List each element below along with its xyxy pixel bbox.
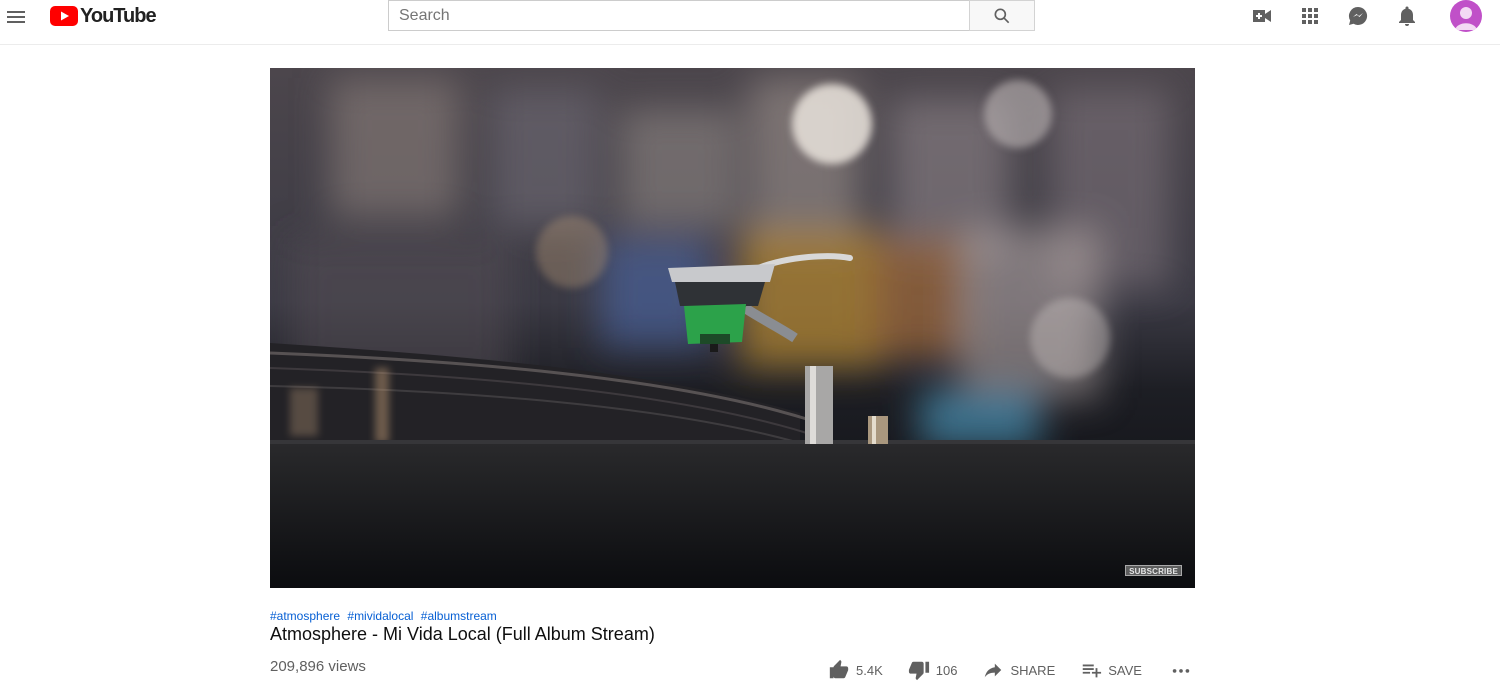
dislike-button[interactable]: 106 (908, 659, 958, 681)
share-icon (985, 663, 1002, 678)
playlist-add-icon (1083, 664, 1102, 678)
notifications-icon[interactable] (1395, 4, 1419, 28)
video-frame (270, 68, 1195, 588)
avatar[interactable] (1450, 0, 1482, 32)
share-label: SHARE (1010, 662, 1056, 678)
share-button[interactable]: SHARE (982, 659, 1055, 681)
hashtags: #atmosphere #mividalocal #albumstream (270, 609, 501, 623)
youtube-logo-icon (50, 6, 78, 26)
logo-text: YouTube (80, 4, 157, 27)
video-title: Atmosphere - Mi Vida Local (Full Album S… (270, 624, 655, 644)
search-input[interactable] (388, 0, 969, 31)
youtube-logo[interactable]: YouTube (50, 4, 157, 27)
search-button[interactable] (969, 0, 1035, 31)
dislike-count: 106 (935, 662, 958, 678)
thumb-down-icon (908, 661, 929, 681)
video-player[interactable]: SUBSCRIBE (270, 68, 1195, 588)
hashtag-link[interactable]: #mividalocal (347, 609, 413, 623)
save-label: SAVE (1108, 662, 1142, 678)
like-count: 5.4K (856, 662, 883, 678)
create-video-icon[interactable] (1250, 4, 1274, 28)
hashtag-link[interactable]: #albumstream (421, 609, 497, 623)
messages-icon[interactable] (1346, 4, 1370, 28)
view-count: 209,896 views (270, 658, 366, 675)
hashtag-link[interactable]: #atmosphere (270, 609, 340, 623)
video-actions: 5.4K 106 SHARE SAVE (828, 658, 1192, 682)
search-icon (994, 8, 1010, 23)
like-button[interactable]: 5.4K (828, 659, 883, 681)
thumb-up-icon (829, 659, 849, 679)
menu-icon[interactable] (4, 5, 28, 29)
masthead: YouTube (0, 0, 1500, 45)
more-actions-button[interactable] (1170, 659, 1192, 681)
subscribe-watermark[interactable]: SUBSCRIBE (1125, 565, 1182, 576)
apps-icon[interactable] (1298, 4, 1322, 28)
search-bar (388, 0, 1035, 31)
save-button[interactable]: SAVE (1080, 659, 1142, 681)
more-horiz-icon (1172, 669, 1190, 673)
